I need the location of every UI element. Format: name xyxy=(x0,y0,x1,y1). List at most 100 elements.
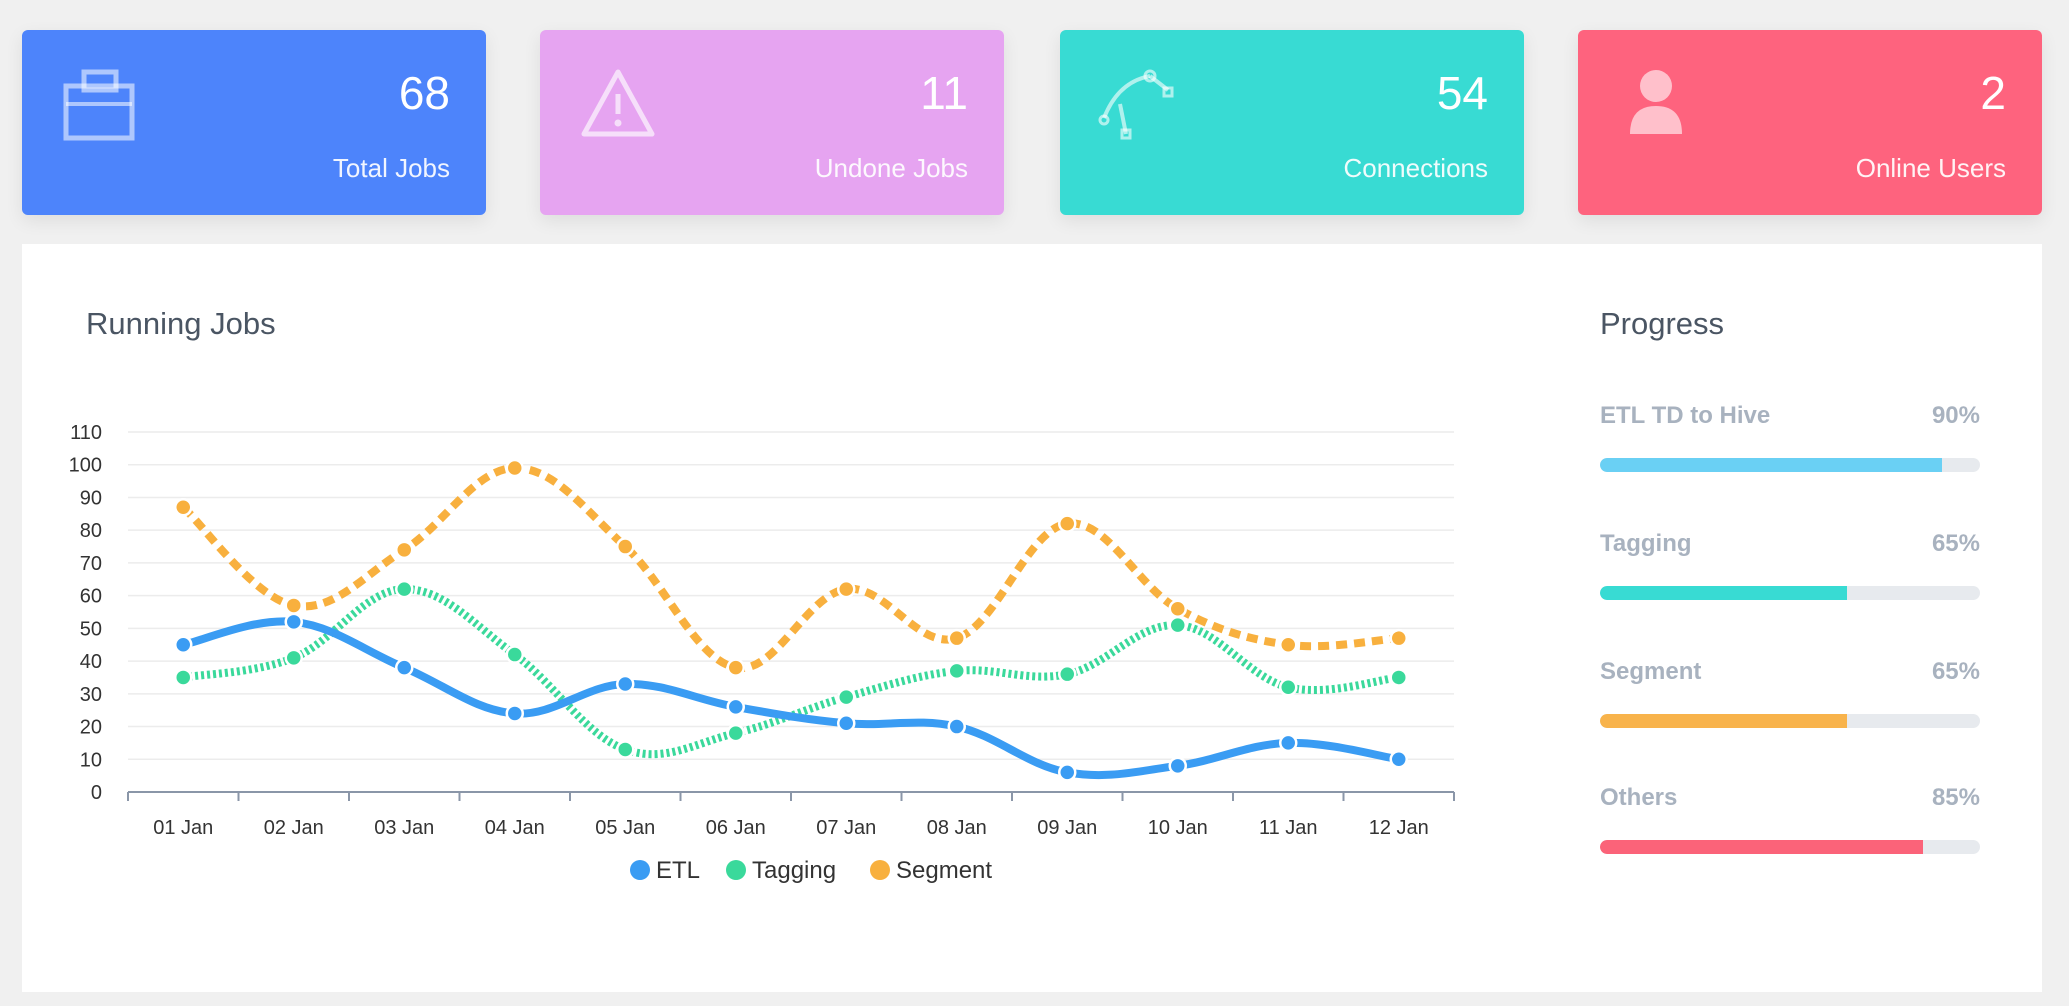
data-point-etl xyxy=(1279,733,1298,753)
progress-bar xyxy=(1600,840,1980,854)
data-point-segment xyxy=(284,596,303,615)
x-tick-label: 04 Jan xyxy=(485,817,545,839)
warning-icon xyxy=(578,64,658,144)
bezier-connection-icon xyxy=(1098,64,1178,144)
legend-marker-tagging xyxy=(726,860,746,880)
y-tick-label: 30 xyxy=(80,684,102,706)
data-point-tagging xyxy=(726,723,745,743)
x-tick-label: 01 Jan xyxy=(153,817,213,839)
stat-value: 54 xyxy=(1436,67,1488,119)
stat-label: Connections xyxy=(1343,153,1488,183)
progress-item-percent: 65% xyxy=(1931,658,1980,685)
progress-item-name: Segment xyxy=(1600,658,1702,685)
y-tick-label: 110 xyxy=(70,422,102,444)
progress-bar-fill xyxy=(1600,458,1942,472)
data-point-tagging xyxy=(616,740,635,759)
user-icon xyxy=(1616,64,1696,144)
data-point-tagging xyxy=(505,645,524,664)
stat-card-online-users[interactable]: 2 Online Users xyxy=(1578,30,2042,215)
stat-card-connections[interactable]: 54 Connections xyxy=(1060,30,1524,215)
stat-label: Undone Jobs xyxy=(814,153,968,183)
data-point-segment xyxy=(1168,599,1187,618)
y-tick-label: 60 xyxy=(80,586,102,608)
data-point-etl xyxy=(1168,756,1187,776)
progress-item-percent: 65% xyxy=(1931,530,1980,557)
legend-label-etl: ETL xyxy=(656,857,700,884)
x-tick-label: 12 Jan xyxy=(1369,817,1429,839)
progress-bar-fill xyxy=(1600,714,1847,728)
x-tick-label: 08 Jan xyxy=(927,817,987,839)
series-line-etl xyxy=(182,617,1400,780)
data-point-segment xyxy=(1279,635,1298,654)
y-tick-label: 80 xyxy=(80,520,102,542)
main-panel: 0 10 20 30 40 50 60 70 80 90 100 110 01 Jan 02 Jan 03 … xyxy=(22,244,2042,992)
data-point-etl xyxy=(726,697,745,717)
progress-item-name: Tagging xyxy=(1600,530,1692,557)
legend-label-segment: Segment xyxy=(896,857,992,884)
progress-bar xyxy=(1600,586,1980,600)
data-point-segment xyxy=(1058,514,1077,533)
stat-card-total-jobs[interactable]: 68 Total Jobs xyxy=(22,30,486,215)
data-point-segment xyxy=(616,537,635,556)
data-point-etl xyxy=(616,674,635,694)
y-tick-label: 50 xyxy=(80,618,102,640)
data-point-tagging xyxy=(1279,678,1298,697)
x-tick-label: 03 Jan xyxy=(374,817,434,839)
data-point-segment xyxy=(174,498,193,517)
progress-title: Progress xyxy=(1600,306,1725,341)
x-tick-label: 11 Jan xyxy=(1259,817,1318,839)
x-tick-label: 09 Jan xyxy=(1037,817,1097,839)
data-point-tagging xyxy=(1058,664,1077,684)
progress-bar-fill xyxy=(1600,840,1923,854)
progress-bar xyxy=(1600,714,1980,728)
data-point-tagging xyxy=(1389,668,1408,687)
data-point-segment xyxy=(837,579,856,599)
data-point-tagging xyxy=(837,687,856,707)
data-point-tagging xyxy=(395,579,414,599)
briefcase-icon xyxy=(60,64,140,144)
legend-marker-segment xyxy=(870,860,890,880)
y-tick-label: 90 xyxy=(80,487,102,509)
data-point-segment xyxy=(726,658,745,677)
running-jobs-chart: 0 10 20 30 40 50 60 70 80 90 100 110 01 Jan 02 Jan 03 … xyxy=(69,422,1455,884)
stat-card-undone-jobs[interactable]: 11 Undone Jobs xyxy=(540,30,1004,215)
stat-value: 11 xyxy=(920,67,968,119)
data-point-tagging xyxy=(1168,615,1187,635)
data-point-etl xyxy=(1389,750,1408,769)
progress-item-name: Others xyxy=(1600,784,1678,811)
stat-label: Online Users xyxy=(1855,153,2006,183)
stat-value: 68 xyxy=(398,67,450,119)
progress-bar xyxy=(1600,458,1980,472)
progress-item-percent: 90% xyxy=(1931,402,1980,429)
data-point-segment xyxy=(395,540,414,560)
series-line-tagging xyxy=(182,585,1400,759)
y-tick-label: 100 xyxy=(69,455,102,477)
y-tick-label: 20 xyxy=(80,717,102,739)
progress-item-name: ETL TD to Hive xyxy=(1600,402,1771,429)
progress-item-percent: 85% xyxy=(1931,784,1980,811)
data-point-etl xyxy=(1058,763,1077,782)
legend-label-tagging: Tagging xyxy=(752,857,836,884)
x-tick-label: 02 Jan xyxy=(264,817,324,839)
y-tick-label: 0 xyxy=(91,782,102,804)
data-point-etl xyxy=(174,635,193,654)
data-point-etl xyxy=(395,658,414,677)
data-point-etl xyxy=(505,704,524,723)
stat-label: Total Jobs xyxy=(332,153,450,183)
data-point-etl xyxy=(837,714,856,733)
x-tick-label: 06 Jan xyxy=(706,817,766,839)
running-jobs-title: Running Jobs xyxy=(86,306,276,341)
stat-value: 2 xyxy=(1980,67,2006,119)
x-tick-label: 05 Jan xyxy=(595,817,655,839)
y-tick-label: 70 xyxy=(80,553,102,575)
data-point-tagging xyxy=(947,661,966,681)
y-tick-label: 10 xyxy=(80,749,102,771)
x-tick-label: 10 Jan xyxy=(1148,817,1208,839)
data-point-etl xyxy=(947,717,966,736)
legend-marker-etl xyxy=(630,860,650,880)
data-point-tagging xyxy=(284,648,303,668)
y-tick-label: 40 xyxy=(80,651,102,673)
data-point-segment xyxy=(1389,628,1408,648)
data-point-tagging xyxy=(174,668,193,687)
data-point-etl xyxy=(284,612,303,632)
